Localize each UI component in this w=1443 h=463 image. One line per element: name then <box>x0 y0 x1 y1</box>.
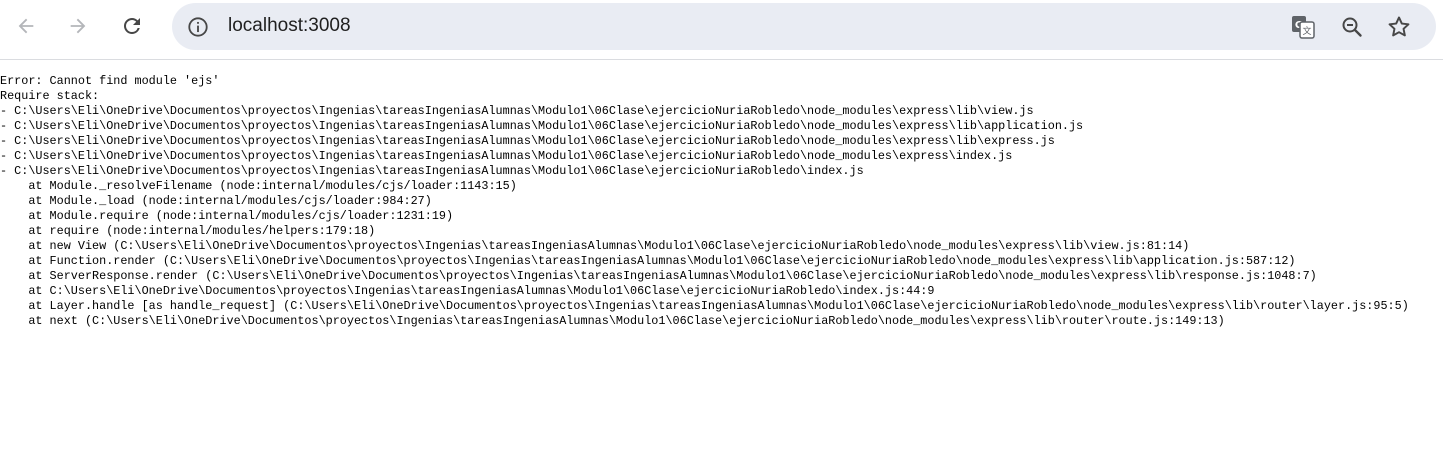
error-line: - C:\Users\Eli\OneDrive\Documentos\proye… <box>0 134 1055 148</box>
browser-toolbar: localhost:3008 G 文 <box>0 0 1443 60</box>
forward-button[interactable] <box>61 9 95 43</box>
error-line: at next (C:\Users\Eli\OneDrive\Documento… <box>0 314 1225 328</box>
error-line: - C:\Users\Eli\OneDrive\Documentos\proye… <box>0 164 864 178</box>
error-line: at require (node:internal/modules/helper… <box>0 224 376 238</box>
error-line: - C:\Users\Eli\OneDrive\Documentos\proye… <box>0 149 1013 163</box>
error-line: - C:\Users\Eli\OneDrive\Documentos\proye… <box>0 119 1084 133</box>
error-line: at Module._load (node:internal/modules/c… <box>0 194 432 208</box>
error-line: Error: Cannot find module 'ejs' <box>0 74 220 88</box>
arrow-left-icon <box>18 18 34 34</box>
arrow-right-icon <box>70 18 86 34</box>
address-bar[interactable]: localhost:3008 G 文 <box>172 3 1436 50</box>
zoom-button[interactable] <box>1336 11 1367 42</box>
error-line: at Module.require (node:internal/modules… <box>0 209 454 223</box>
translate-button[interactable]: G 文 <box>1287 11 1318 42</box>
bookmark-button[interactable] <box>1383 11 1414 42</box>
error-line: - C:\Users\Eli\OneDrive\Documentos\proye… <box>0 104 1034 118</box>
reload-icon <box>124 18 140 34</box>
error-line: at C:\Users\Eli\OneDrive\Documentos\proy… <box>0 284 935 298</box>
error-line: at Function.render (C:\Users\Eli\OneDriv… <box>0 254 1296 268</box>
error-line: at ServerResponse.render (C:\Users\Eli\O… <box>0 269 1317 283</box>
error-stack-trace: Error: Cannot find module 'ejs' Require … <box>0 74 1443 329</box>
back-button[interactable] <box>9 9 43 43</box>
error-line: at Module._resolveFilename (node:interna… <box>0 179 517 193</box>
page-content: Error: Cannot find module 'ejs' Require … <box>0 74 1443 329</box>
error-line: at new View (C:\Users\Eli\OneDrive\Docum… <box>0 239 1190 253</box>
url-text[interactable]: localhost:3008 <box>228 14 351 38</box>
site-info-button[interactable] <box>182 11 213 42</box>
star-icon <box>1388 15 1409 36</box>
svg-text:文: 文 <box>1302 25 1311 37</box>
translate-icon: G 文 <box>1291 15 1315 39</box>
error-line: at Layer.handle [as handle_request] (C:\… <box>0 299 1409 313</box>
reload-button[interactable] <box>115 9 149 43</box>
info-icon <box>187 16 208 37</box>
error-line: Require stack: <box>0 89 100 103</box>
zoom-out-icon <box>1342 17 1362 37</box>
